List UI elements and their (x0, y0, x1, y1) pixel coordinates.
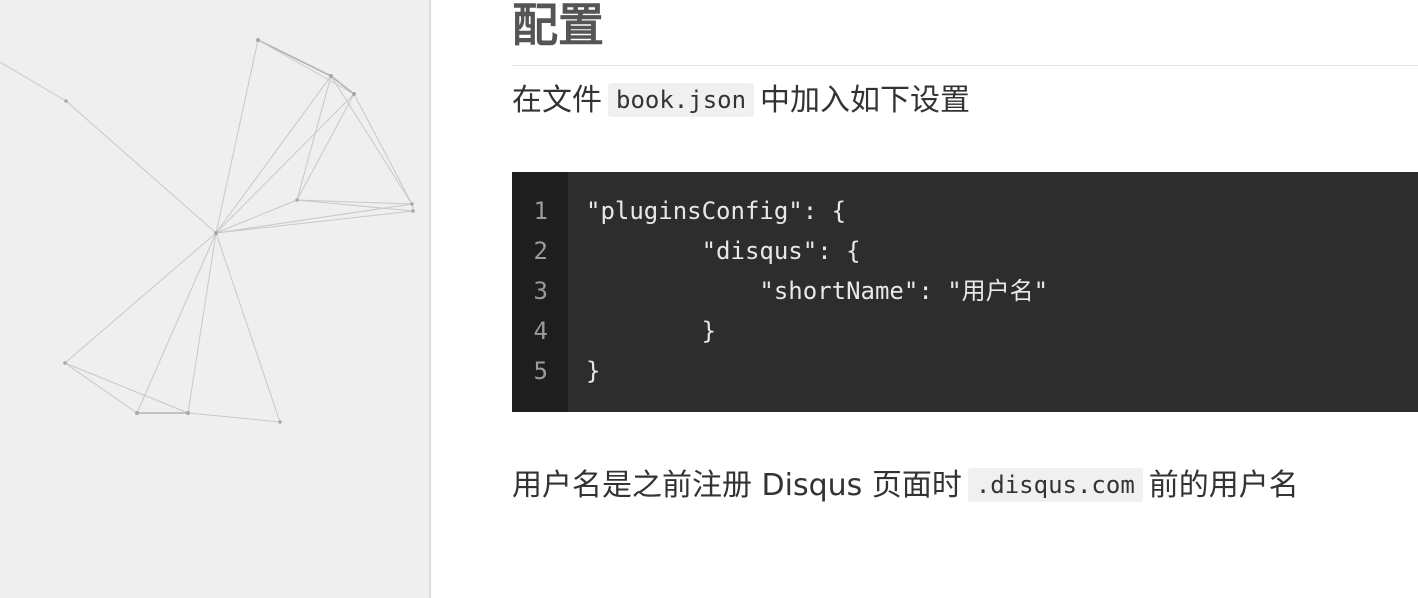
line-number: 1 (533, 197, 548, 225)
note-text-after: 前的用户名 (1148, 468, 1299, 503)
code-line: "pluginsConfig": { (586, 197, 847, 225)
line-number: 2 (533, 237, 548, 265)
inline-code-domain: .disqus.com (967, 468, 1143, 502)
code-line: } (586, 317, 717, 345)
page: 配置 在文件 book.json 中加入如下设置 1 2 3 4 5 "plugin… (0, 0, 1418, 598)
line-number: 5 (533, 357, 548, 385)
line-number-gutter: 1 2 3 4 5 (512, 172, 568, 412)
line-number: 3 (533, 277, 548, 305)
sidebar (0, 0, 431, 598)
intro-paragraph: 在文件 book.json 中加入如下设置 (512, 80, 970, 121)
intro-text-before: 在文件 (512, 83, 602, 118)
main-content: 配置 在文件 book.json 中加入如下设置 1 2 3 4 5 "plugin… (432, 0, 1418, 598)
intro-text-after: 中加入如下设置 (760, 83, 971, 118)
inline-code-filename: book.json (608, 83, 755, 117)
page-title: 配置 (512, 0, 604, 52)
network-lines-background (0, 38, 415, 424)
note-paragraph: 用户名是之前注册 Disqus 页面时 .disqus.com 前的用户名 (512, 465, 1299, 506)
code-block: 1 2 3 4 5 "pluginsConfig": { "disqus": {… (512, 172, 1418, 412)
heading-divider (512, 65, 1418, 66)
code-line: } (586, 357, 601, 385)
code-line: "shortName": "用户名" (586, 277, 1049, 305)
code-line: "disqus": { (586, 237, 861, 265)
line-number: 4 (533, 317, 548, 345)
note-text-before: 用户名是之前注册 Disqus 页面时 (512, 468, 962, 503)
